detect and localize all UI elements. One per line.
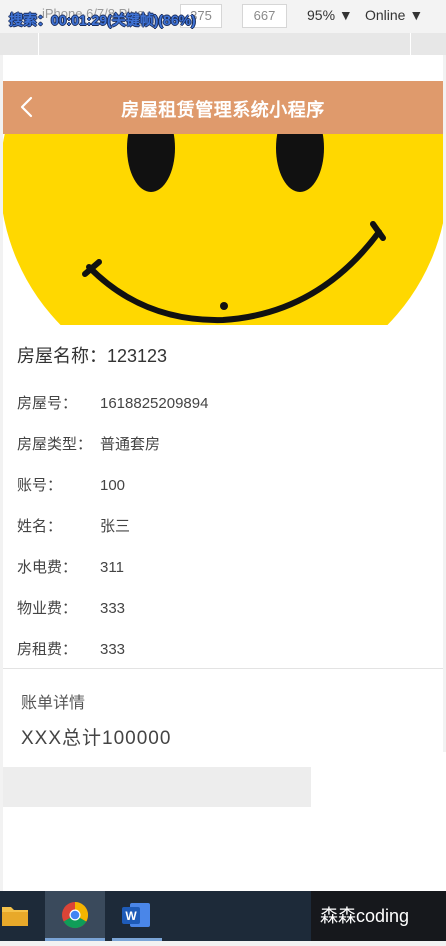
- field-row-account: 账号： 100: [17, 474, 125, 495]
- field-label: 房租费：: [17, 641, 78, 658]
- field-value: 333: [100, 641, 126, 658]
- field-row-name: 姓名： 张三: [17, 515, 130, 536]
- devtools-toolbar: iPhone 6/7/8 Plus 375 667 95% ▼ Online ▼…: [0, 0, 446, 33]
- height-input[interactable]: 667: [242, 4, 287, 28]
- field-label: 姓名：: [17, 518, 63, 535]
- smiley-face-image: [3, 134, 443, 325]
- navigation-bar: 房屋租赁管理系统小程序: [3, 81, 443, 134]
- ruler-segment-right: [410, 33, 444, 55]
- house-name-value: 123123: [107, 346, 168, 366]
- file-explorer-taskbar-button[interactable]: [0, 891, 30, 941]
- folder-icon: [2, 907, 28, 926]
- house-image: [3, 134, 443, 325]
- watermark-background: [311, 752, 446, 892]
- chrome-taskbar-button[interactable]: [45, 891, 105, 941]
- field-value: 333: [100, 600, 126, 617]
- field-label: 房屋类型：: [17, 436, 93, 453]
- field-value: 1618825209894: [100, 395, 209, 412]
- svg-text:W: W: [125, 909, 137, 923]
- field-label: 账号：: [17, 477, 63, 494]
- overlay-timer-text: 搜索：00:01:29(关键帧)(86%): [9, 12, 196, 28]
- media-query-ruler: [0, 33, 446, 55]
- field-row-property-fee: 物业费： 333: [17, 597, 125, 618]
- zoom-dropdown[interactable]: 95% ▼: [307, 7, 353, 23]
- field-row-house-type: 房屋类型： 普通套房: [17, 433, 160, 454]
- field-value: 311: [100, 559, 124, 576]
- field-row-house-number: 房屋号： 1618825209894: [17, 392, 208, 413]
- status-area: [3, 55, 443, 81]
- word-taskbar-button[interactable]: W: [112, 891, 162, 941]
- field-row-utility-fee: 水电费： 311: [17, 556, 124, 577]
- house-name-label: 房屋名称：: [17, 346, 107, 366]
- ruler-segment-left: [3, 33, 39, 55]
- section-divider: [3, 668, 443, 669]
- house-name-row: 房屋名称：123123: [17, 342, 167, 368]
- watermark-text: 森森coding: [320, 906, 410, 926]
- field-label: 水电费：: [17, 559, 78, 576]
- field-value: 普通套房: [100, 436, 161, 453]
- field-row-rent-fee: 房租费： 333: [17, 638, 125, 659]
- field-value: 张三: [100, 518, 131, 535]
- field-label: 房屋号：: [17, 395, 78, 412]
- bill-total: XXX总计100000: [21, 728, 172, 749]
- field-value: 100: [100, 477, 126, 494]
- page-title: 房屋租赁管理系统小程序: [121, 100, 325, 120]
- bill-detail-title: 账单详情: [21, 695, 86, 712]
- field-label: 物业费：: [17, 600, 78, 617]
- network-dropdown[interactable]: Online ▼: [365, 7, 423, 23]
- chrome-icon: [62, 901, 89, 929]
- word-icon: W: [122, 903, 150, 927]
